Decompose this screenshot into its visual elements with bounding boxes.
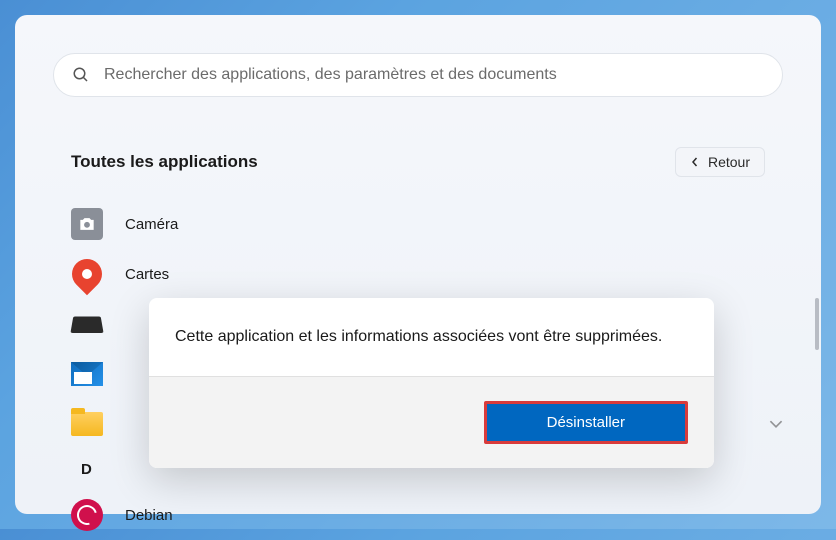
- folder-icon: [71, 408, 103, 440]
- back-label: Retour: [708, 154, 750, 170]
- chevron-down-icon: [769, 417, 783, 431]
- cast-icon: [71, 308, 103, 340]
- maps-icon: [71, 258, 103, 290]
- all-apps-title: Toutes les applications: [71, 152, 258, 172]
- debian-icon: [71, 499, 103, 531]
- dialog-message: Cette application et les informations as…: [149, 298, 714, 376]
- camera-icon: [71, 208, 103, 240]
- app-item-camera[interactable]: Caméra: [71, 199, 765, 249]
- app-item-maps[interactable]: Cartes: [71, 249, 765, 299]
- start-menu-panel: Toutes les applications Retour Caméra Ca…: [15, 15, 821, 514]
- app-label: Debian: [125, 507, 173, 524]
- mail-icon: [71, 358, 103, 390]
- app-label: Caméra: [125, 216, 178, 233]
- uninstall-button[interactable]: Désinstaller: [484, 401, 688, 444]
- app-label: Cartes: [125, 266, 169, 283]
- uninstall-dialog: Cette application et les informations as…: [149, 298, 714, 468]
- scrollbar-thumb[interactable]: [815, 298, 819, 350]
- search-icon: [72, 66, 90, 84]
- chevron-left-icon: [690, 157, 700, 167]
- back-button[interactable]: Retour: [675, 147, 765, 177]
- search-bar[interactable]: [53, 53, 783, 97]
- search-input[interactable]: [104, 66, 764, 84]
- app-item-debian[interactable]: Debian: [71, 490, 765, 540]
- dialog-footer: Désinstaller: [149, 376, 714, 468]
